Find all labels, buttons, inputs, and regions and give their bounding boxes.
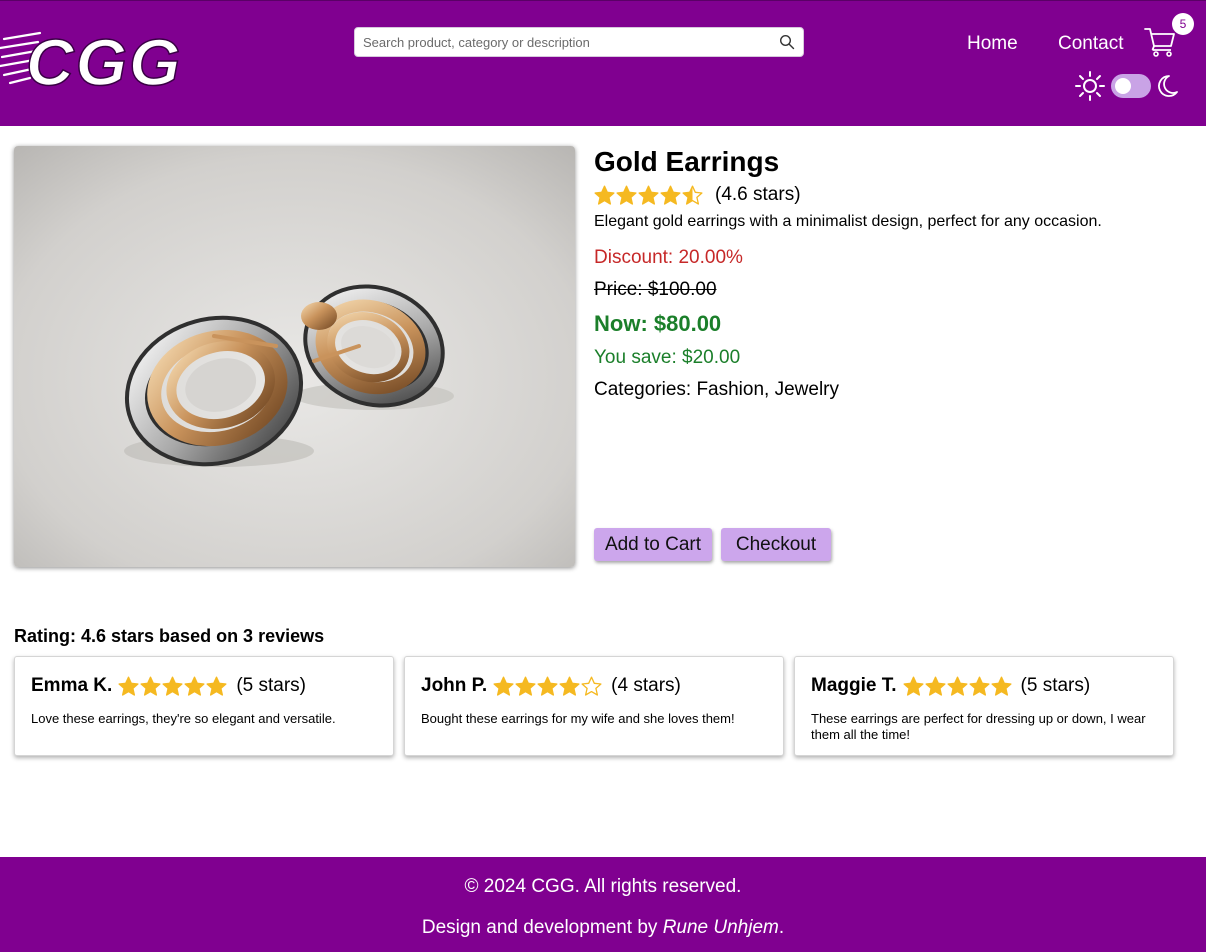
review-text: Bought these earrings for my wife and sh… (421, 711, 735, 726)
product-original-price: Price: $100.00 (594, 279, 717, 300)
product-discount: Discount: 20.00% (594, 247, 743, 268)
review-stars (118, 676, 227, 697)
star-full-icon (660, 185, 681, 205)
theme-toggle[interactable] (1111, 74, 1151, 98)
search-bar (354, 27, 804, 57)
footer-credit-suffix: . (778, 917, 785, 938)
star-full-icon (515, 676, 536, 696)
reviewer-name: Emma K. (31, 675, 113, 696)
review-stars-text: (5 stars) (236, 675, 306, 696)
product-rating-text: (4.6 stars) (715, 184, 801, 205)
star-full-icon (206, 676, 227, 696)
review-stars (493, 676, 602, 697)
product-current-price: Now: $80.00 (594, 311, 722, 336)
star-full-icon (616, 185, 637, 205)
star-full-icon (946, 676, 968, 696)
logo-graphic: CGG (0, 24, 182, 100)
product-savings: You save: $20.00 (594, 347, 741, 368)
product-categories: Categories: Fashion, Jewelry (594, 379, 839, 400)
site-footer: © 2024 CGG. All rights reserved. Design … (0, 857, 1206, 952)
star-full-icon (902, 676, 924, 696)
star-full-icon (968, 676, 990, 696)
star-full-icon (118, 676, 139, 696)
star-half-icon (682, 185, 703, 205)
footer-credit-prefix: Design and development by (421, 917, 663, 938)
star-full-icon (638, 185, 659, 205)
review-stars-text: (5 stars) (1020, 675, 1091, 696)
nav-home-link[interactable]: Home (967, 33, 1018, 55)
product-image (14, 146, 575, 567)
product-rating: (4.6 stars) (594, 183, 801, 207)
review-text: These earrings are perfect for dressing … (811, 711, 1146, 742)
logo[interactable]: CGG (0, 23, 218, 100)
sun-icon (1075, 71, 1105, 101)
product-description: Elegant gold earrings with a minimalist … (594, 213, 1102, 230)
product-title: Gold Earrings (594, 146, 780, 177)
moon-icon (1157, 74, 1179, 98)
star-full-icon (924, 676, 946, 696)
star-full-icon (184, 676, 205, 696)
product-rating-stars (594, 185, 703, 206)
search-icon[interactable] (779, 34, 795, 50)
search-input[interactable] (355, 28, 765, 56)
star-full-icon (559, 676, 580, 696)
reviews-summary: Rating: 4.6 stars based on 3 reviews (14, 626, 325, 646)
star-full-icon (537, 676, 558, 696)
star-empty-icon (581, 676, 602, 696)
review-text: Love these earrings, they're so elegant … (31, 711, 336, 726)
theme-toggle-knob (1115, 78, 1131, 94)
review-card: John P. (4 stars) Bought these earrings … (404, 656, 784, 756)
footer-credit: Design and development by Rune Unhjem. (0, 917, 1206, 939)
checkout-button[interactable]: Checkout (721, 528, 831, 561)
add-to-cart-button[interactable]: Add to Cart (594, 528, 712, 561)
review-card: Maggie T. (5 stars) These earrings are p… (794, 656, 1174, 756)
logo-text: CGG (26, 25, 182, 93)
reviewer-name: Maggie T. (811, 675, 897, 696)
star-full-icon (594, 185, 615, 205)
cart-icon[interactable] (1143, 25, 1177, 57)
star-full-icon (162, 676, 183, 696)
footer-credit-name: Rune Unhjem (662, 917, 779, 938)
star-full-icon (140, 676, 161, 696)
cart-count-badge: 5 (1172, 13, 1194, 35)
nav-contact-link[interactable]: Contact (1058, 33, 1123, 55)
review-card: Emma K. (5 stars) Love these earrings, t… (14, 656, 394, 756)
footer-copyright: © 2024 CGG. All rights reserved. (464, 876, 742, 897)
reviewer-name: John P. (421, 675, 488, 696)
star-full-icon (493, 676, 514, 696)
review-stars-text: (4 stars) (611, 675, 681, 696)
review-stars (902, 676, 1012, 697)
site-header: CGG Home Contact 5 (0, 0, 1206, 126)
star-full-icon (990, 676, 1012, 696)
